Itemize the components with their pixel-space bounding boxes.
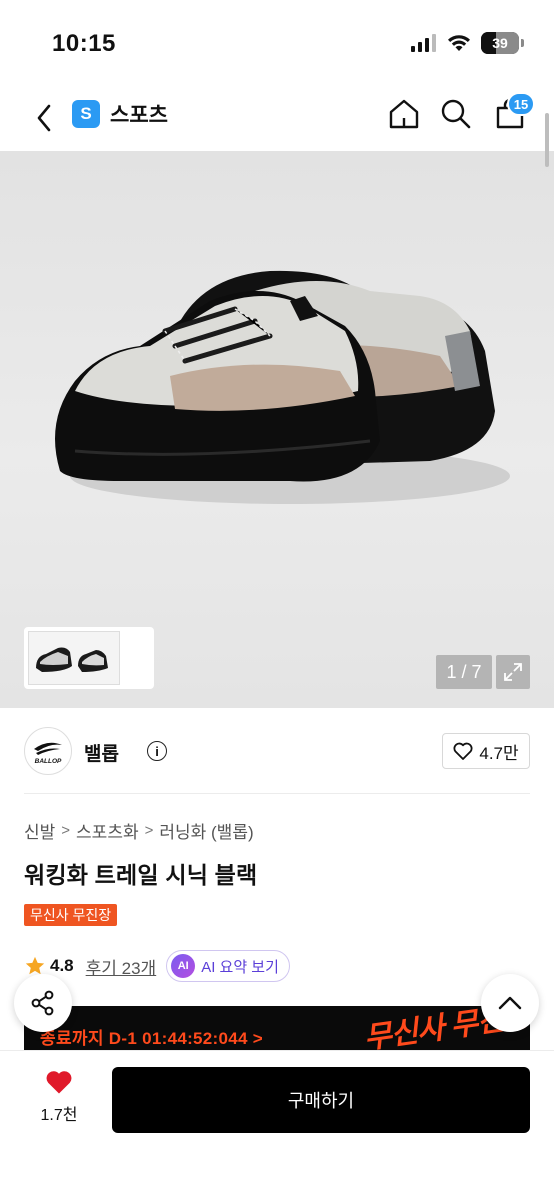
status-bar: 10:15 39 <box>0 0 554 88</box>
bottom-action-bar: 1.7천 구매하기 <box>0 1050 554 1200</box>
chevron-right-icon: > <box>61 822 71 839</box>
ai-summary-label: AI 요약 보기 <box>201 958 279 976</box>
expand-icon <box>504 663 522 681</box>
cart-count-badge: 15 <box>507 92 535 116</box>
top-nav: S 스포츠 15 <box>0 88 554 150</box>
breadcrumb: 신발 > 스포츠화 > 러닝화 (밸롭) <box>24 818 254 843</box>
chevron-left-icon <box>37 104 51 132</box>
brand-row: BALLOP 밸롭 i 4.7만 <box>24 727 530 775</box>
battery-level: 39 <box>492 35 508 51</box>
promo-countdown: 종료까지 D-1 01:44:52:044 > <box>40 1029 264 1048</box>
like-count: 1.7천 <box>40 1107 78 1124</box>
share-icon <box>31 990 54 1016</box>
chevron-right-icon: > <box>144 822 154 839</box>
promo-tag: 무신사 무진장 <box>24 904 118 926</box>
brand-name[interactable]: 밸롭 <box>84 739 119 766</box>
brand-like-count: 4.7만 <box>479 743 519 763</box>
home-icon <box>389 99 419 129</box>
product-image[interactable] <box>0 151 554 708</box>
heart-icon <box>46 1071 72 1094</box>
status-icons: 39 <box>411 32 524 54</box>
scrollbar[interactable] <box>545 113 549 167</box>
sneaker-image <box>55 270 510 504</box>
rating-score: 4.8 <box>50 956 74 975</box>
expand-gallery-button[interactable] <box>496 655 530 689</box>
search-button[interactable] <box>436 94 476 134</box>
buy-button[interactable]: 구매하기 <box>112 1067 530 1133</box>
gallery-page-indicator: 1 / 7 <box>436 655 492 689</box>
battery-icon: 39 <box>481 32 519 54</box>
chevron-up-icon <box>498 996 522 1010</box>
share-button[interactable] <box>14 974 72 1032</box>
heart-outline-icon <box>453 742 473 760</box>
breadcrumb-item[interactable]: 신발 <box>24 818 55 843</box>
ai-icon: AI <box>171 954 196 978</box>
wifi-icon <box>448 35 470 51</box>
signal-icon <box>411 34 436 52</box>
review-link[interactable]: 후기 23개 <box>86 954 157 979</box>
scroll-top-button[interactable] <box>481 974 539 1032</box>
ai-summary-button[interactable]: AI AI 요약 보기 <box>166 950 290 982</box>
search-icon <box>441 99 471 129</box>
rating-row: 4.8 후기 23개 AI AI 요약 보기 <box>24 950 290 982</box>
battery-tip <box>521 39 524 47</box>
home-button[interactable] <box>384 94 424 134</box>
brand-logo[interactable]: BALLOP <box>24 727 72 775</box>
like-button[interactable]: 1.7천 <box>24 1069 94 1125</box>
thumbnail-image[interactable] <box>28 631 120 685</box>
svg-text:BALLOP: BALLOP <box>35 758 62 765</box>
status-time: 10:15 <box>52 30 116 57</box>
product-title: 워킹화 트레일 시닉 블랙 <box>24 862 258 888</box>
info-icon[interactable]: i <box>147 741 167 761</box>
category-badge: S <box>72 100 100 128</box>
category-title[interactable]: 스포츠 <box>110 99 168 129</box>
promo-banner[interactable]: 종료까지 D-1 01:44:52:044 > 무신사 무진장 <box>24 1006 530 1050</box>
brand-like-button[interactable]: 4.7만 <box>442 733 530 769</box>
breadcrumb-item[interactable]: 스포츠화 <box>76 818 139 843</box>
breadcrumb-item[interactable]: 러닝화 (밸롭) <box>159 818 253 843</box>
divider <box>24 793 530 794</box>
thumbnail-sneaker-icon <box>36 647 108 672</box>
thumbnail-strip <box>24 627 154 689</box>
back-button[interactable] <box>24 96 64 140</box>
ballop-logo-icon: BALLOP <box>34 742 62 765</box>
